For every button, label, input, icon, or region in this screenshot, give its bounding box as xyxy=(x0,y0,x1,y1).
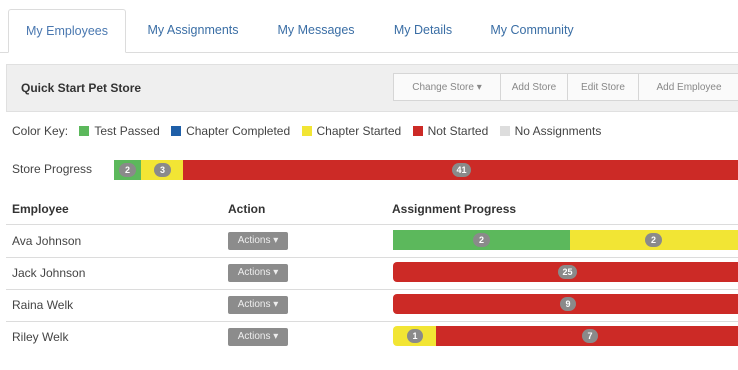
swatch-chapter-completed xyxy=(171,126,182,136)
progress-segment-chapter-started: 2 xyxy=(570,230,738,250)
count-badge: 41 xyxy=(452,163,471,177)
employee-name: Jack Johnson xyxy=(12,266,86,280)
column-header-employee: Employee xyxy=(12,202,69,216)
count-badge: 1 xyxy=(407,329,423,343)
swatch-test-passed xyxy=(79,126,90,136)
count-badge: 3 xyxy=(154,163,171,177)
store-title: Quick Start Pet Store xyxy=(21,81,142,95)
store-progress-bar: 2 3 41 xyxy=(114,160,738,180)
store-progress-label: Store Progress xyxy=(12,162,93,176)
progress-segment-chapter-started: 3 xyxy=(141,160,183,180)
tab-my-assignments[interactable]: My Assignments xyxy=(134,9,252,51)
color-key-label: Color Key: xyxy=(12,124,69,138)
tab-bar: My Employees My Assignments My Messages … xyxy=(0,0,738,53)
actions-dropdown-button[interactable]: Actions ▾ xyxy=(228,296,288,314)
count-badge: 2 xyxy=(473,233,490,247)
column-header-progress: Assignment Progress xyxy=(392,202,517,216)
assignment-progress-bar: 1 7 xyxy=(393,326,738,346)
employee-name: Riley Welk xyxy=(12,330,69,344)
count-badge: 9 xyxy=(560,297,576,311)
progress-segment-not-started: 7 xyxy=(436,326,738,346)
progress-segment-test-passed: 2 xyxy=(393,230,570,250)
count-badge: 25 xyxy=(558,265,577,279)
progress-segment-chapter-started: 1 xyxy=(393,326,436,346)
color-key-item: Not Started xyxy=(412,121,488,141)
assignment-progress-bar: 9 xyxy=(393,294,738,314)
color-key-item: Test Passed xyxy=(79,121,160,141)
row-divider xyxy=(6,321,738,322)
change-store-button[interactable]: Change Store ▾ xyxy=(393,73,501,101)
row-divider xyxy=(6,257,738,258)
assignment-progress-bar: 25 xyxy=(393,262,738,282)
color-key-item: Chapter Completed xyxy=(171,121,290,141)
row-divider xyxy=(6,289,738,290)
store-panel-header: Quick Start Pet Store Change Store ▾ Add… xyxy=(6,64,738,112)
tab-my-community[interactable]: My Community xyxy=(476,9,588,51)
tab-my-employees[interactable]: My Employees xyxy=(8,9,126,53)
actions-dropdown-button[interactable]: Actions ▾ xyxy=(228,328,288,346)
tab-my-messages[interactable]: My Messages xyxy=(262,9,370,51)
count-badge: 2 xyxy=(119,163,136,177)
employee-name: Raina Welk xyxy=(12,298,74,312)
progress-segment-not-started: 25 xyxy=(393,262,738,282)
count-badge: 7 xyxy=(582,329,598,343)
column-header-action: Action xyxy=(228,202,266,216)
color-key-item: Chapter Started xyxy=(301,121,401,141)
color-key: Color Key: Test Passed Chapter Completed… xyxy=(12,121,601,141)
assignment-progress-bar: 2 2 xyxy=(393,230,738,250)
progress-segment-not-started: 41 xyxy=(183,160,738,180)
swatch-no-assignments xyxy=(499,126,510,136)
count-badge: 2 xyxy=(645,233,662,247)
tab-my-details[interactable]: My Details xyxy=(380,9,466,51)
swatch-chapter-started xyxy=(301,126,312,136)
row-divider xyxy=(6,224,738,225)
add-employee-button[interactable]: Add Employee xyxy=(638,73,738,101)
edit-store-button[interactable]: Edit Store xyxy=(567,73,639,101)
progress-segment-test-passed: 2 xyxy=(114,160,141,180)
add-store-button[interactable]: Add Store xyxy=(500,73,568,101)
actions-dropdown-button[interactable]: Actions ▾ xyxy=(228,232,288,250)
swatch-not-started xyxy=(412,126,423,136)
actions-dropdown-button[interactable]: Actions ▾ xyxy=(228,264,288,282)
color-key-item: No Assignments xyxy=(499,121,601,141)
employee-name: Ava Johnson xyxy=(12,234,82,248)
progress-segment-not-started: 9 xyxy=(393,294,738,314)
